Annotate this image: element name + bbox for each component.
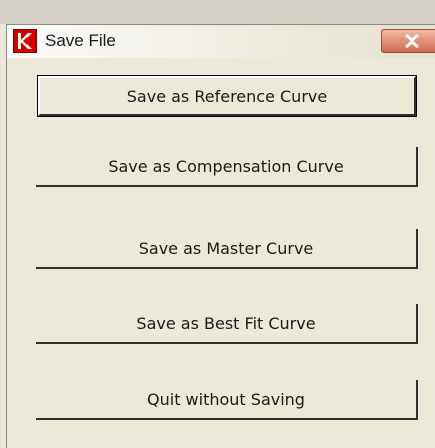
app-k-logo-icon — [13, 29, 37, 53]
save-as-compensation-curve-button[interactable]: Save as Compensation Curve — [36, 147, 418, 187]
window-title: Save File — [45, 31, 116, 50]
top-strip — [0, 0, 435, 24]
save-file-dialog: Save File Save as Reference Curve Save a… — [0, 0, 435, 448]
close-x-icon — [405, 34, 419, 48]
save-as-reference-curve-button[interactable]: Save as Reference Curve — [37, 75, 417, 117]
save-as-best-fit-curve-button[interactable]: Save as Best Fit Curve — [36, 304, 418, 344]
save-as-master-curve-button[interactable]: Save as Master Curve — [36, 229, 418, 269]
close-button[interactable] — [381, 29, 435, 53]
quit-without-saving-button[interactable]: Quit without Saving — [36, 380, 418, 420]
title-bar[interactable]: Save File — [6, 24, 435, 58]
dialog-body: Save as Reference Curve Save as Compensa… — [6, 58, 435, 448]
